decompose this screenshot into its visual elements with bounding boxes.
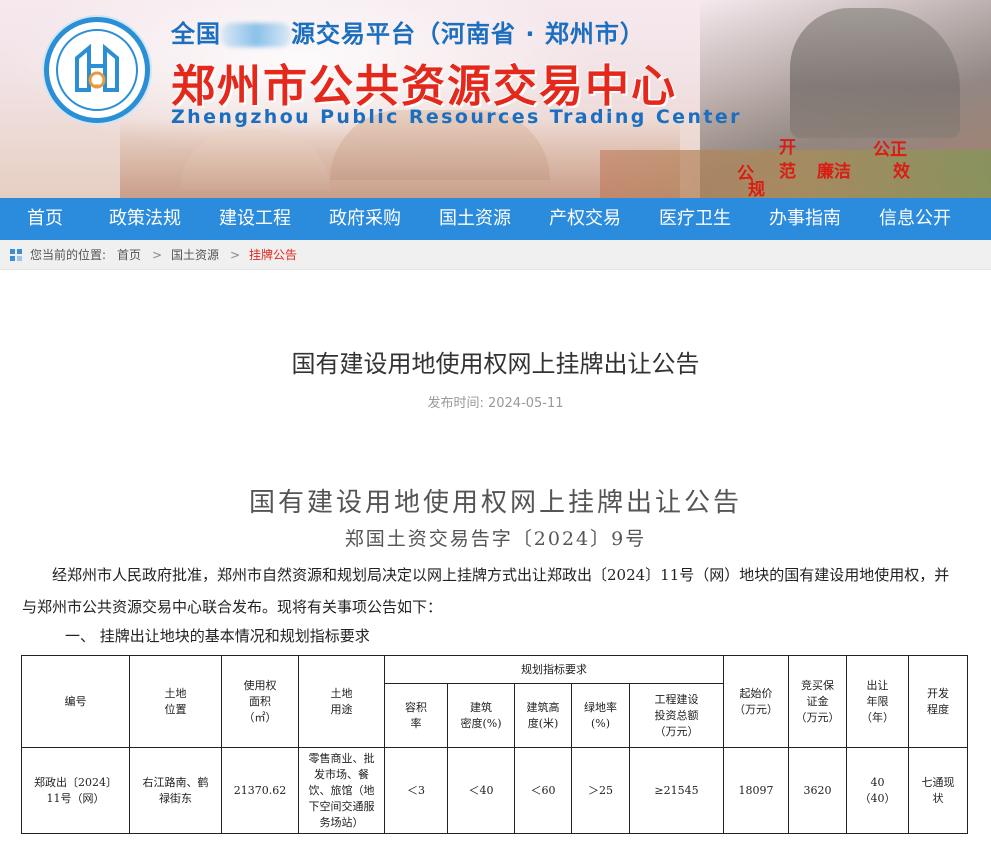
cell-term: 40 （40） xyxy=(846,747,910,834)
zhengzhou-logo-icon[interactable] xyxy=(44,17,150,123)
header-density: 建筑 密度(%) xyxy=(447,683,515,748)
logo-emblem-icon xyxy=(75,43,119,92)
slogan-text: 效 xyxy=(893,162,910,182)
header-far: 容积 率 xyxy=(384,683,448,748)
header-deposit: 竞买保 证金 （万元） xyxy=(788,655,848,748)
breadcrumb-separator: > xyxy=(230,248,241,262)
nav-item-disclosure[interactable]: 信息公开 xyxy=(860,198,970,240)
breadcrumb-separator: > xyxy=(152,248,163,262)
cell-green: ＞25 xyxy=(571,747,630,834)
header-use: 土地 用途 xyxy=(298,655,385,748)
breadcrumb-home[interactable]: 首页 xyxy=(117,240,141,270)
nav-item-guide[interactable]: 办事指南 xyxy=(750,198,860,240)
nav-item-property[interactable]: 产权交易 xyxy=(530,198,640,240)
nav-item-medical[interactable]: 医疗卫生 xyxy=(640,198,750,240)
slogan-text: 范 xyxy=(779,162,796,182)
platform-title-left: 全国 xyxy=(171,20,221,48)
header-location: 土地 位置 xyxy=(129,655,222,748)
nav-item-land[interactable]: 国土资源 xyxy=(420,198,530,240)
header-height: 建筑高 度(米) xyxy=(514,683,572,748)
intro-paragraph: 经郑州市人民政府批准，郑州市自然资源和规划局决定以网上挂牌方式出让郑政出〔202… xyxy=(22,566,950,616)
section-heading: 一、 挂牌出让地块的基本情况和规划指标要求 xyxy=(65,627,370,645)
cell-invest: ≥21545 xyxy=(628,747,725,834)
center-title-en: Zhengzhou Public Resources Trading Cente… xyxy=(171,106,742,128)
nav-item-home[interactable]: 首页 xyxy=(0,198,90,240)
cell-far: ＜3 xyxy=(384,747,448,834)
cell-location: 右江路南、鹤 禄街东 xyxy=(129,747,222,834)
breadcrumb: 您当前的位置: 首页 > 国土资源 > 挂牌公告 xyxy=(0,240,991,270)
slogan-text: 规 xyxy=(748,180,765,198)
platform-title-right: 源交易平台（河南省 · 郑州市） xyxy=(291,20,645,48)
cell-deposit: 3620 xyxy=(788,747,848,834)
cell-area: 21370.62 xyxy=(221,747,299,834)
cell-density: ＜40 xyxy=(447,747,515,834)
cell-use: 零售商业、批 发市场、餐 饮、旅馆（地 下空间交通服 务场站） xyxy=(298,747,385,834)
page-cutoff xyxy=(0,834,991,844)
page-title: 国有建设用地使用权网上挂牌出让公告 xyxy=(291,350,700,378)
header-start-price: 起始价 （万元） xyxy=(723,655,790,748)
document-title: 国有建设用地使用权网上挂牌出让公告 xyxy=(248,488,742,518)
header-invest: 工程建设 投资总额 （万元） xyxy=(628,683,725,748)
document-number: 郑国土资交易告字〔2024〕9号 xyxy=(344,528,647,550)
header-planning-group: 规划指标要求 xyxy=(383,655,725,684)
header-banner: 全国 源交易平台（河南省 · 郑州市） 郑州市公共资源交易中心 Zhengzhou… xyxy=(0,0,991,198)
cell-dev: 七通现 状 xyxy=(908,747,969,834)
table-row: 郑政出〔2024〕 11号（网） 右江路南、鹤 禄街东 21370.62 零售商… xyxy=(21,747,969,834)
breadcrumb-prefix: 您当前的位置: xyxy=(30,248,107,262)
header-id: 编号 xyxy=(21,655,130,748)
slogan-text: 开 xyxy=(779,138,796,158)
slogan-text: 廉洁 xyxy=(817,162,851,182)
blurred-text xyxy=(221,23,291,47)
publish-date: 发布时间: 2024-05-11 xyxy=(427,396,564,411)
nav-item-policy[interactable]: 政策法规 xyxy=(90,198,200,240)
slogan-text: 公正 xyxy=(873,140,907,160)
header-term: 出让 年限 （年） xyxy=(846,655,910,748)
nav-item-procurement[interactable]: 政府采购 xyxy=(310,198,420,240)
center-title: 郑州市公共资源交易中心 xyxy=(171,61,677,112)
header-green: 绿地率 (%) xyxy=(571,683,630,748)
header-dev: 开发 程度 xyxy=(908,655,969,748)
main-nav: 首页 政策法规 建设工程 政府采购 国土资源 产权交易 医疗卫生 办事指南 信息… xyxy=(0,198,991,240)
cell-id: 郑政出〔2024〕 11号（网） xyxy=(21,747,130,834)
cell-start-price: 18097 xyxy=(723,747,790,834)
cell-height: ＜60 xyxy=(514,747,572,834)
platform-title: 全国 源交易平台（河南省 · 郑州市） xyxy=(171,14,651,48)
header-area: 使用权 面积 （㎡） xyxy=(221,655,299,748)
land-info-table: 编号 土地 位置 使用权 面积 （㎡） 土地 用途 规划指标要求 起始价 （万元… xyxy=(21,655,969,834)
breadcrumb-current[interactable]: 挂牌公告 xyxy=(249,240,297,270)
nav-item-construction[interactable]: 建设工程 xyxy=(200,198,310,240)
breadcrumb-land[interactable]: 国土资源 xyxy=(171,240,219,270)
location-grid-icon xyxy=(10,249,22,261)
